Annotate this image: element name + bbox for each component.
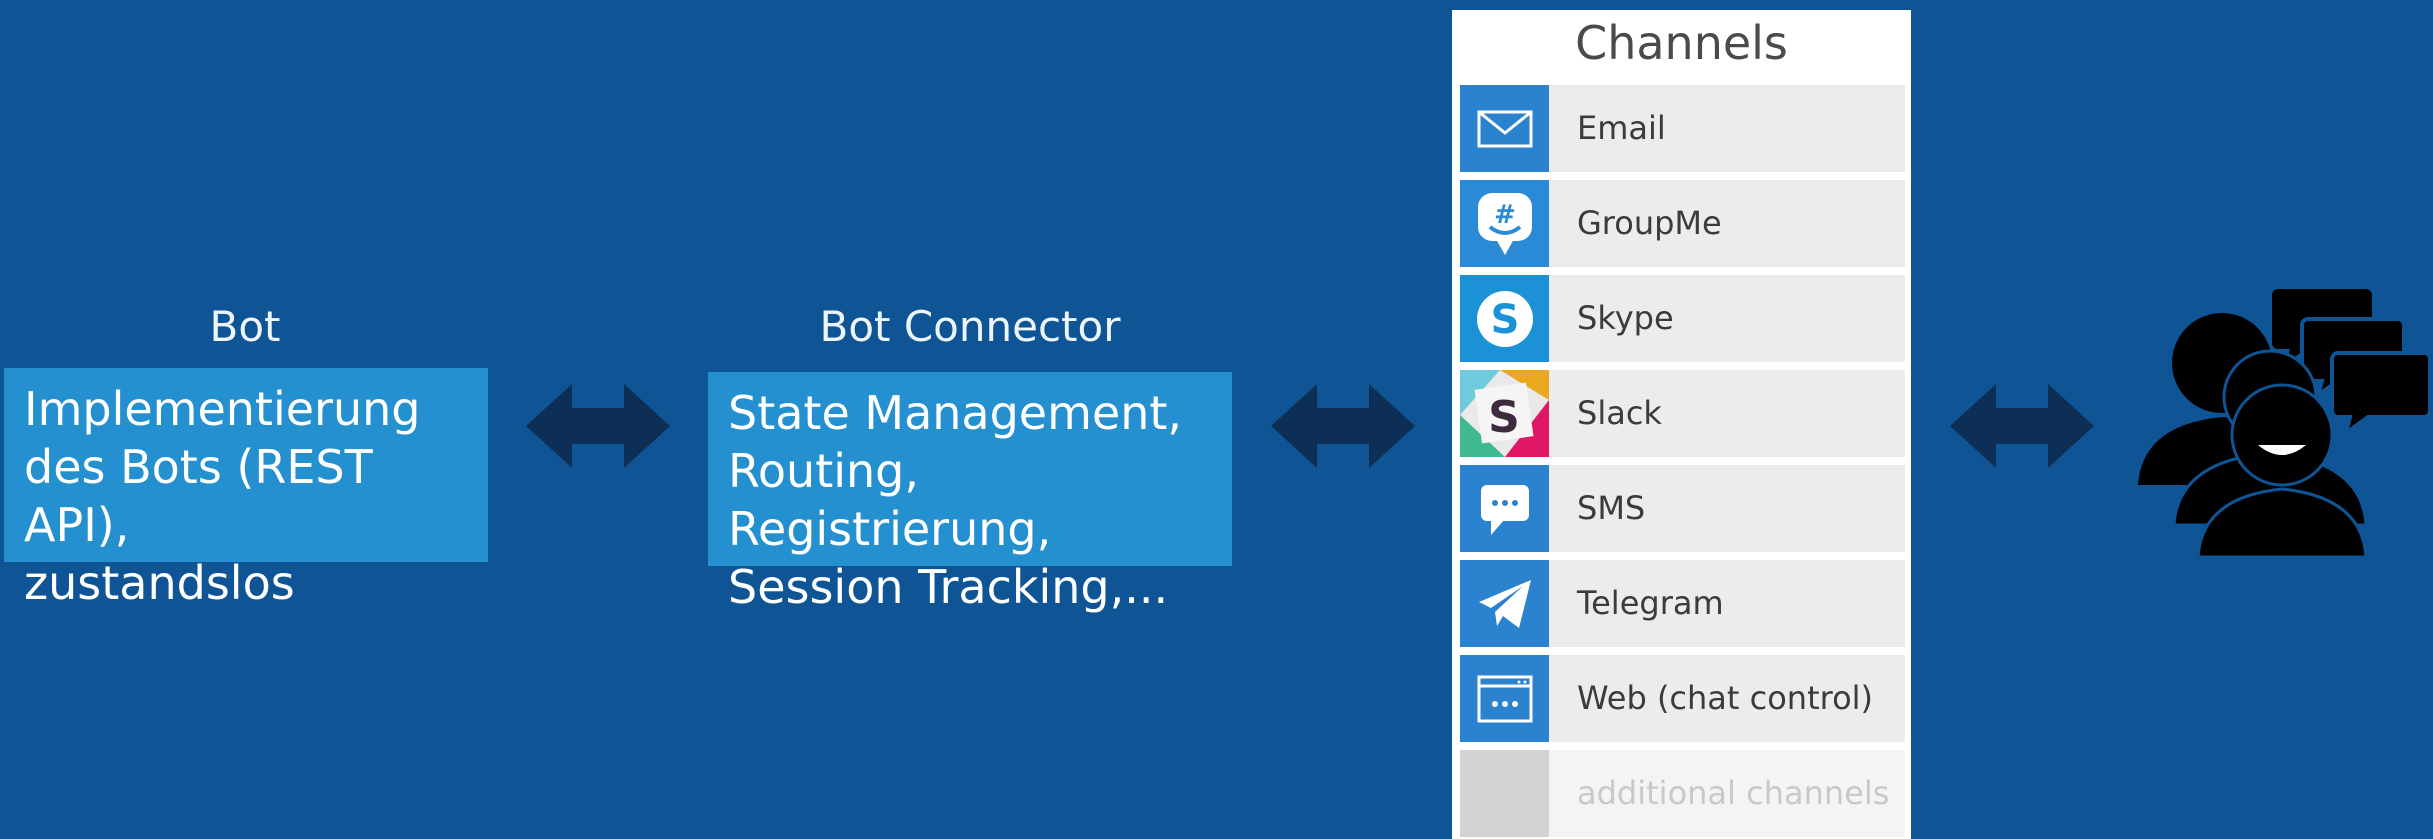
channel-name: additional channels	[1577, 774, 1890, 812]
bot-line-2: des Bots (REST API),	[24, 440, 373, 552]
svg-text:#: #	[1494, 200, 1516, 230]
channel-name: GroupMe	[1577, 204, 1722, 242]
double-arrow-icon	[1271, 384, 1415, 468]
channel-name: Email	[1577, 109, 1666, 147]
channel-additional[interactable]: additional channels	[1460, 750, 1905, 837]
telegram-icon	[1460, 560, 1549, 647]
bot-line-1: Implementierung	[24, 382, 421, 436]
connector-line-1: State Management,	[728, 386, 1183, 440]
svg-text:S: S	[1490, 297, 1519, 343]
channel-slack[interactable]: S Slack	[1460, 370, 1905, 457]
channels-panel: Channels Email # GroupMe S Skype S Slack…	[1452, 10, 1911, 839]
slack-icon: S	[1460, 370, 1549, 457]
channel-name: Telegram	[1577, 584, 1724, 622]
channel-email[interactable]: Email	[1460, 85, 1905, 172]
groupme-icon: #	[1460, 180, 1549, 267]
double-arrow-icon	[526, 384, 670, 468]
channels-title: Channels	[1575, 16, 1788, 70]
channel-name: Slack	[1577, 394, 1662, 432]
users-chat-icon	[2138, 289, 2432, 559]
svg-text:S: S	[1488, 392, 1520, 443]
channel-name: SMS	[1577, 489, 1646, 527]
connector-label: Bot Connector	[819, 302, 1121, 351]
sms-icon	[1460, 465, 1549, 552]
bot-label: Bot	[209, 302, 281, 351]
email-icon	[1460, 85, 1549, 172]
connector-line-2: Routing, Registrierung,	[728, 444, 1052, 556]
channel-telegram[interactable]: Telegram	[1460, 560, 1905, 647]
channel-name: Web (chat control)	[1577, 679, 1874, 717]
channel-groupme[interactable]: # GroupMe	[1460, 180, 1905, 267]
web-chat-icon	[1460, 655, 1549, 742]
placeholder-icon	[1460, 750, 1549, 837]
channel-name: Skype	[1577, 299, 1674, 337]
channel-skype[interactable]: S Skype	[1460, 275, 1905, 362]
bot-line-3: zustandslos	[24, 556, 295, 610]
connector-box: State Management, Routing, Registrierung…	[708, 372, 1232, 614]
channel-sms[interactable]: SMS	[1460, 465, 1905, 552]
double-arrow-icon	[1950, 384, 2094, 468]
connector-line-3: Session Tracking,...	[728, 560, 1169, 614]
skype-icon: S	[1460, 275, 1549, 362]
bot-box: Implementierung des Bots (REST API), zus…	[4, 368, 488, 610]
channel-web-chat[interactable]: Web (chat control)	[1460, 655, 1905, 742]
